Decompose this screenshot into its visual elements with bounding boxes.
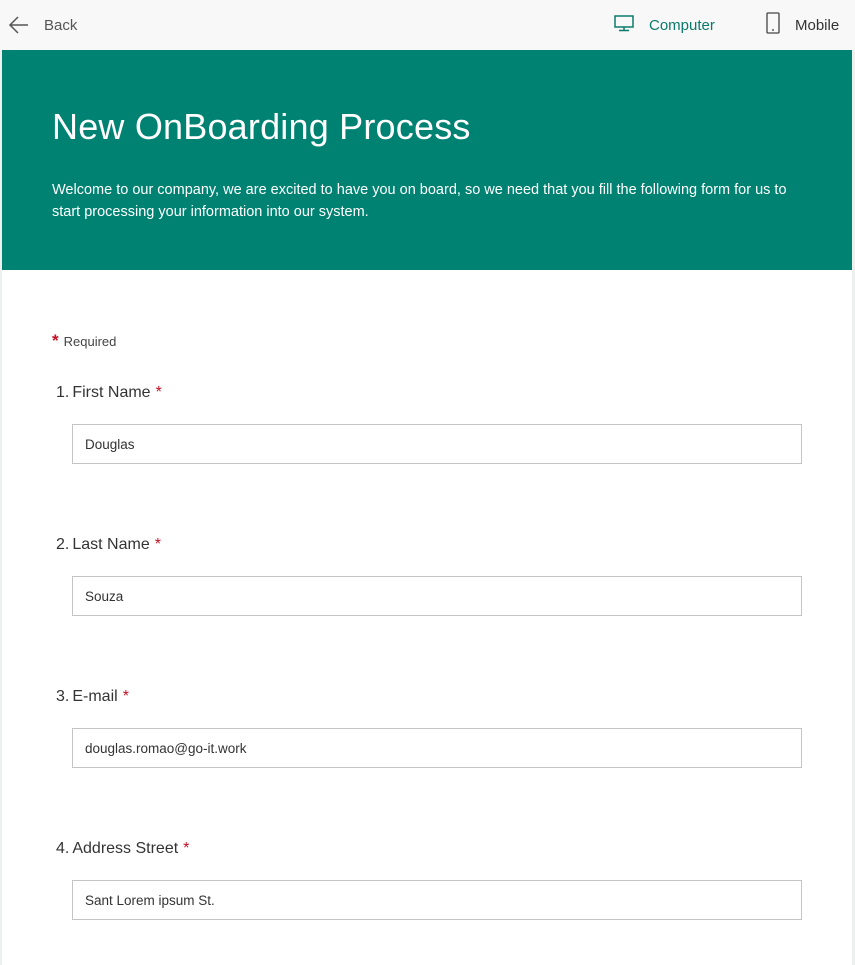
mobile-label: Mobile	[795, 16, 840, 34]
required-asterisk: *	[52, 331, 59, 350]
required-note: * Required	[52, 331, 116, 351]
mobile-view-button[interactable]: Mobile	[765, 12, 839, 38]
email-input[interactable]	[72, 728, 802, 768]
first-name-input[interactable]	[72, 424, 802, 464]
question-number: 3.	[56, 688, 70, 705]
form-header-banner: New OnBoarding Process Welcome to our co…	[2, 50, 852, 270]
top-bar: Back Computer Mobile	[0, 0, 855, 50]
question-label: Last Name	[72, 536, 150, 553]
computer-view-button[interactable]: Computer	[613, 12, 715, 38]
required-asterisk: *	[122, 688, 129, 705]
question-label: E-mail	[72, 688, 118, 705]
form-title: New OnBoarding Process	[52, 106, 471, 147]
back-button[interactable]: Back	[8, 12, 77, 38]
form-description: Welcome to our company, we are excited t…	[52, 182, 787, 220]
address-street-input[interactable]	[72, 880, 802, 920]
question-last-name: 2. Last Name *	[56, 536, 161, 554]
arrow-left-icon	[8, 15, 30, 35]
question-number: 4.	[56, 840, 70, 857]
required-label: Required	[63, 334, 117, 349]
question-address-street: 4. Address Street *	[56, 840, 189, 858]
question-email: 3. E-mail *	[56, 688, 129, 706]
back-label: Back	[44, 16, 78, 34]
monitor-icon	[613, 14, 635, 36]
form-card: New OnBoarding Process Welcome to our co…	[2, 50, 852, 965]
required-asterisk: *	[154, 536, 161, 553]
last-name-input[interactable]	[72, 576, 802, 616]
question-label: First Name	[72, 384, 151, 401]
question-label: Address Street	[72, 840, 179, 857]
question-number: 1.	[56, 384, 70, 401]
required-asterisk: *	[183, 840, 190, 857]
phone-icon	[765, 12, 781, 38]
question-number: 2.	[56, 536, 70, 553]
question-first-name: 1. First Name *	[56, 384, 162, 402]
computer-label: Computer	[649, 16, 715, 34]
required-asterisk: *	[155, 384, 162, 401]
